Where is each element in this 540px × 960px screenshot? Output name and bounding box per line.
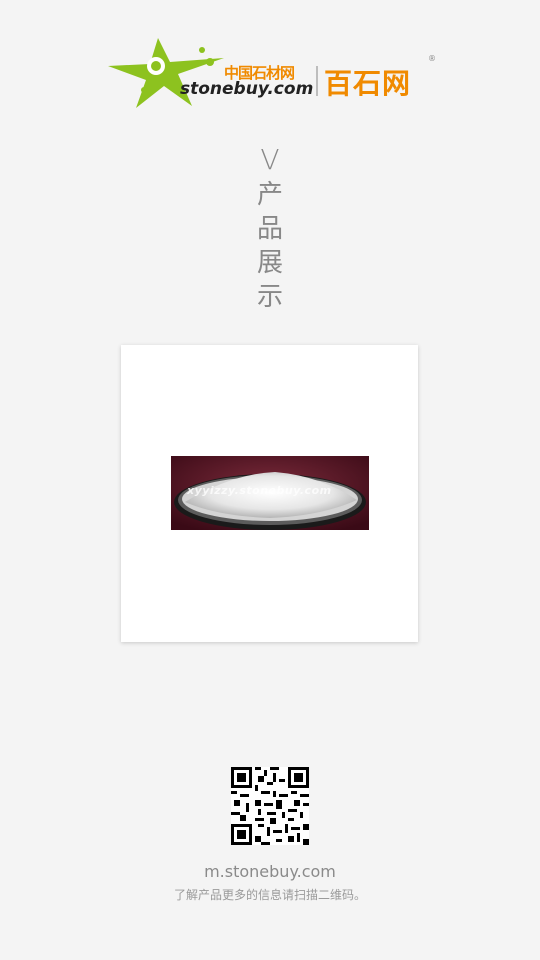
product-image[interactable]: xyyizzy.stonebuy.com (171, 456, 369, 530)
qr-code (231, 767, 309, 845)
logo-brand-name: 百石网 (324, 67, 412, 100)
section-title-v: V (260, 143, 280, 176)
product-card[interactable]: xyyizzy.stonebuy.com (121, 345, 418, 642)
section-title: V 产 品 展 示 (250, 142, 290, 314)
logo-divider (316, 66, 318, 96)
brand-logo[interactable]: 中国石材网 stonebuy.com 百石网 ® (106, 36, 438, 112)
star-logo-icon (108, 38, 224, 108)
scan-hint: 了解产品更多的信息请扫描二维码。 (173, 888, 366, 902)
section-title-char: 产 (256, 180, 283, 210)
site-url[interactable]: m.stonebuy.com (0, 862, 540, 881)
registered-mark: ® (428, 54, 436, 63)
page: 中国石材网 stonebuy.com 百石网 ® V 产 品 展 示 xyyiz… (0, 0, 540, 960)
product-watermark: xyyizzy.stonebuy.com (187, 484, 332, 497)
section-title-char: 展 (256, 248, 283, 278)
logo-domain-text: stonebuy.com (180, 79, 314, 99)
section-title-char: 品 (256, 214, 283, 244)
section-title-char: 示 (256, 282, 283, 312)
